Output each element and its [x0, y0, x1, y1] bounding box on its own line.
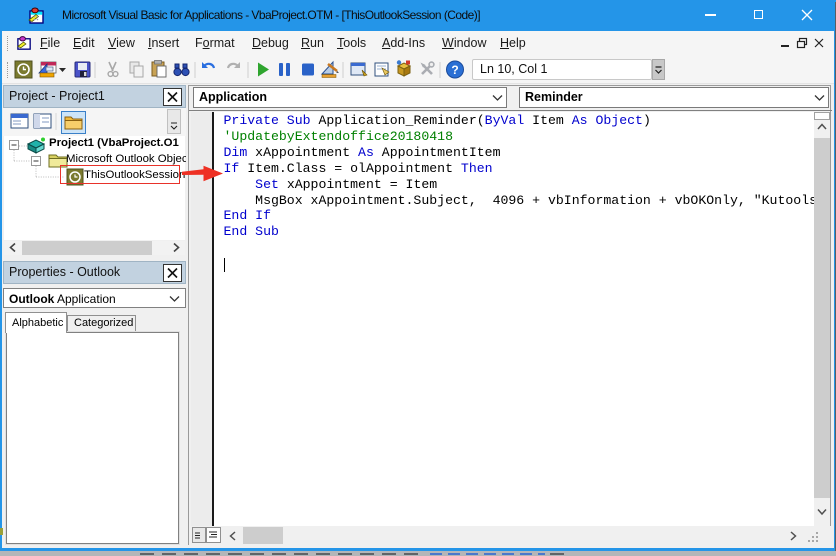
svg-text:?: ? — [451, 63, 458, 77]
